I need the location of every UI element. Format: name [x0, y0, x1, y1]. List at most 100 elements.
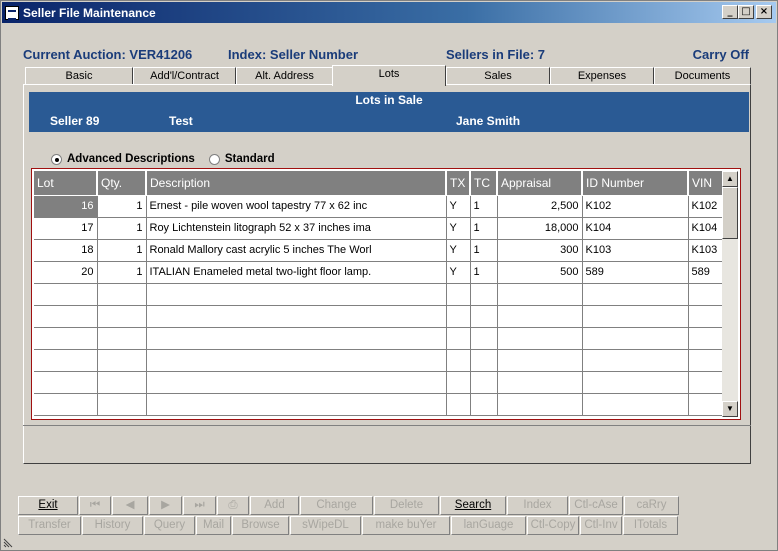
empty-cell[interactable] — [34, 283, 98, 306]
tx-cell[interactable]: Y — [446, 217, 471, 240]
empty-cell[interactable] — [688, 327, 724, 350]
advanced-radio[interactable] — [51, 153, 62, 165]
description-cell[interactable]: Ronald Mallory cast acrylic 5 inches The… — [146, 239, 447, 262]
make-buyer-button[interactable]: make buYer — [362, 516, 450, 535]
mail-button[interactable]: Mail — [196, 516, 231, 535]
col-vin[interactable]: VIN — [688, 171, 724, 196]
vin-cell[interactable]: K102 — [688, 195, 724, 218]
transfer-button[interactable]: Transfer — [18, 516, 81, 535]
empty-cell[interactable] — [34, 327, 98, 350]
empty-cell[interactable] — [688, 349, 724, 372]
change-button[interactable]: Change — [300, 496, 373, 515]
empty-cell[interactable] — [470, 349, 498, 372]
qty-cell[interactable]: 1 — [97, 217, 147, 240]
index-button[interactable]: Index — [507, 496, 568, 515]
scroll-thumb[interactable] — [722, 187, 738, 239]
tab-documents[interactable]: Documents — [654, 67, 751, 85]
empty-cell[interactable] — [470, 327, 498, 350]
id-number-cell[interactable]: K103 — [582, 239, 689, 262]
empty-cell[interactable] — [497, 371, 583, 394]
carry-button[interactable]: caRry — [624, 496, 679, 515]
empty-cell[interactable] — [146, 371, 447, 394]
empty-cell[interactable] — [582, 349, 689, 372]
empty-cell[interactable] — [582, 283, 689, 306]
scroll-up-button[interactable]: ▲ — [722, 171, 738, 187]
table-row[interactable]: 16 1 Ernest - pile woven wool tapestry 7… — [34, 195, 724, 218]
close-button[interactable]: × — [756, 5, 772, 19]
appraisal-cell[interactable]: 500 — [497, 261, 583, 284]
appraisal-cell[interactable]: 2,500 — [497, 195, 583, 218]
language-button[interactable]: lanGuage — [451, 516, 526, 535]
nav-5-button[interactable]: ⎙ — [217, 496, 249, 515]
nav-3-button[interactable]: ▶ — [149, 496, 182, 515]
empty-cell[interactable] — [446, 305, 471, 328]
grid-vertical-scrollbar[interactable]: ▲ ▼ — [722, 171, 738, 417]
tab-sales[interactable]: Sales — [446, 67, 550, 85]
lot-cell[interactable]: 17 — [34, 217, 98, 240]
lot-cell[interactable]: 16 — [34, 195, 98, 218]
empty-cell[interactable] — [97, 283, 147, 306]
empty-cell[interactable] — [497, 327, 583, 350]
tab-expenses[interactable]: Expenses — [550, 67, 654, 85]
empty-table-row[interactable] — [34, 371, 724, 394]
swipedl-button[interactable]: sWipeDL — [290, 516, 361, 535]
table-row[interactable]: 18 1 Ronald Mallory cast acrylic 5 inche… — [34, 239, 724, 262]
id-number-cell[interactable]: 589 — [582, 261, 689, 284]
nav-1-button[interactable]: ⏮ — [79, 496, 111, 515]
empty-cell[interactable] — [582, 371, 689, 394]
lot-cell[interactable]: 18 — [34, 239, 98, 262]
tab-lots[interactable]: Lots — [332, 65, 446, 86]
standard-radio[interactable] — [208, 153, 220, 165]
nav-2-button[interactable]: ◀ — [112, 496, 148, 515]
empty-cell[interactable] — [34, 393, 98, 416]
qty-cell[interactable]: 1 — [97, 195, 147, 218]
empty-cell[interactable] — [446, 393, 471, 416]
itotals-button[interactable]: ITotals — [623, 516, 678, 535]
qty-cell[interactable]: 1 — [97, 261, 147, 284]
standard-option[interactable]: Standard — [208, 153, 275, 165]
empty-cell[interactable] — [34, 305, 98, 328]
vin-cell[interactable]: K104 — [688, 217, 724, 240]
ctl-inv-button[interactable]: Ctl-Inv — [580, 516, 622, 535]
col-tc[interactable]: TC — [470, 171, 498, 196]
browse-button[interactable]: Browse — [232, 516, 289, 535]
empty-table-row[interactable] — [34, 327, 724, 350]
ctl-case-button[interactable]: Ctl-cAse — [569, 496, 623, 515]
table-row[interactable]: 17 1 Roy Lichtenstein litograph 52 x 37 … — [34, 217, 724, 240]
empty-cell[interactable] — [146, 305, 447, 328]
empty-cell[interactable] — [470, 393, 498, 416]
empty-cell[interactable] — [688, 305, 724, 328]
col-id-number[interactable]: ID Number — [582, 171, 689, 196]
empty-cell[interactable] — [446, 371, 471, 394]
empty-table-row[interactable] — [34, 349, 724, 372]
empty-cell[interactable] — [688, 371, 724, 394]
delete-button[interactable]: Delete — [374, 496, 439, 515]
advanced-descriptions-option[interactable]: Advanced Descriptions — [51, 153, 195, 165]
description-cell[interactable]: Ernest - pile woven wool tapestry 77 x 6… — [146, 195, 447, 218]
exit-button[interactable]: Exit — [18, 496, 78, 515]
appraisal-cell[interactable]: 18,000 — [497, 217, 583, 240]
tab-addl-contract[interactable]: Add'l/Contract — [133, 67, 236, 85]
empty-table-row[interactable] — [34, 393, 724, 416]
ctl-copy-button[interactable]: Ctl-Copy — [527, 516, 579, 535]
empty-cell[interactable] — [582, 393, 689, 416]
tc-cell[interactable]: 1 — [470, 261, 498, 284]
empty-cell[interactable] — [446, 283, 471, 306]
id-number-cell[interactable]: K104 — [582, 217, 689, 240]
tab-alt-address[interactable]: Alt. Address — [236, 67, 333, 85]
empty-cell[interactable] — [97, 327, 147, 350]
empty-cell[interactable] — [97, 349, 147, 372]
empty-cell[interactable] — [497, 393, 583, 416]
maximize-button[interactable]: □ — [738, 5, 754, 19]
tx-cell[interactable]: Y — [446, 261, 471, 284]
empty-table-row[interactable] — [34, 283, 724, 306]
tc-cell[interactable]: 1 — [470, 217, 498, 240]
empty-cell[interactable] — [97, 393, 147, 416]
empty-cell[interactable] — [97, 371, 147, 394]
tab-basic[interactable]: Basic — [25, 67, 133, 85]
col-description[interactable]: Description — [146, 171, 447, 196]
appraisal-cell[interactable]: 300 — [497, 239, 583, 262]
empty-cell[interactable] — [470, 305, 498, 328]
empty-table-row[interactable] — [34, 305, 724, 328]
title-bar[interactable]: Seller File Maintenance _ □ × — [2, 2, 776, 23]
